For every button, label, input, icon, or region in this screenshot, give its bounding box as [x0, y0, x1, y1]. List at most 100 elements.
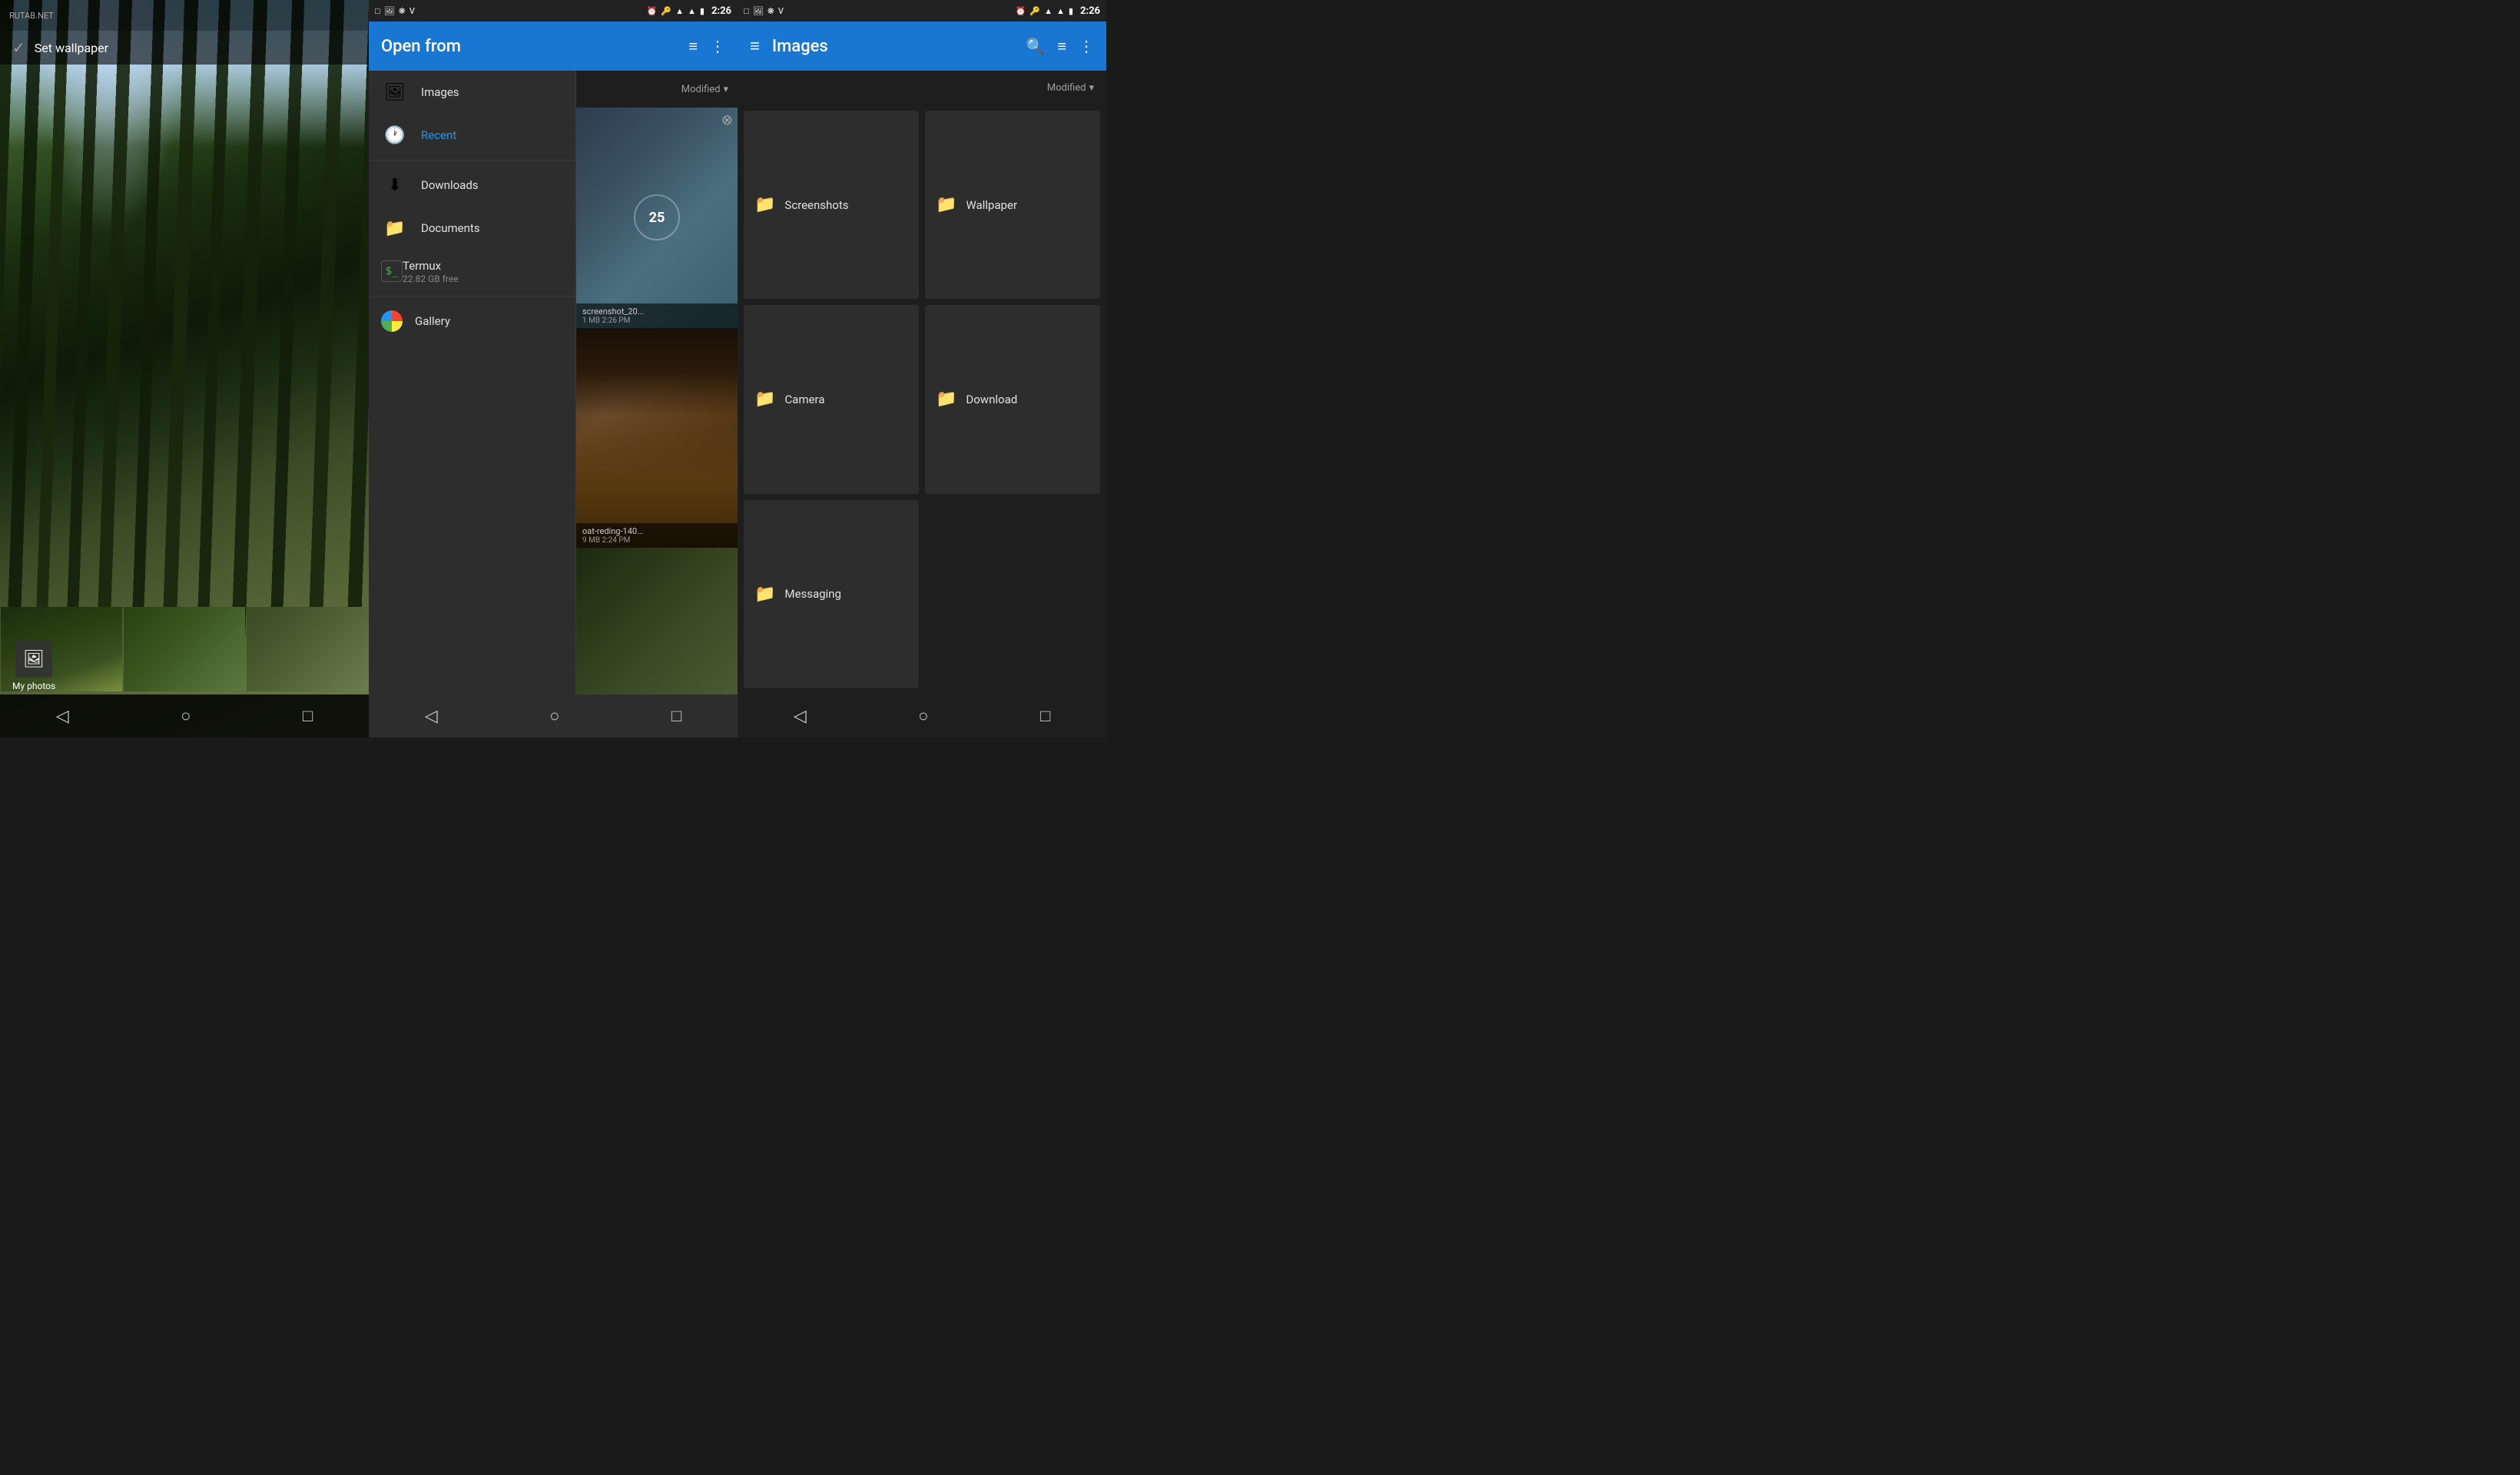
- home-button-3[interactable]: ○: [918, 706, 928, 726]
- status-icon-img-3: 🖼: [753, 6, 764, 16]
- folder-screenshots[interactable]: 📁 Screenshots: [744, 111, 919, 299]
- images-sort-bar: Modified ▾: [738, 71, 1106, 104]
- sort-label-2: Modified: [681, 84, 721, 95]
- set-wallpaper-bar[interactable]: ✓ Set wallpaper: [0, 31, 369, 65]
- sort-chevron-3: ▾: [1089, 82, 1094, 94]
- back-button-3[interactable]: ◁: [794, 707, 807, 726]
- panel-wallpaper: RUTAB.NET ✓ Set wallpaper 🖼 My photos ◁ …: [0, 0, 369, 738]
- folder-icon-camera: 📁: [754, 389, 775, 409]
- drawer-item-documents[interactable]: 📁 Documents: [369, 207, 575, 250]
- hamburger-menu-button[interactable]: ≡: [750, 36, 760, 56]
- more-options-button-3[interactable]: ⋮: [1079, 37, 1094, 56]
- status-icon-v: V: [410, 6, 415, 16]
- drawer-item-gallery[interactable]: Gallery: [369, 300, 575, 343]
- home-button-1[interactable]: ○: [181, 706, 191, 726]
- preview-img-name-2: oat-reding-140...: [582, 526, 731, 536]
- images-header: ≡ Images 🔍 ≡ ⋮: [738, 22, 1106, 71]
- open-from-title: Open from: [381, 37, 688, 56]
- drawer-content-preview: Modified ▾ 25 ⊗ screenshot_20... 1 MB 2:…: [576, 71, 738, 694]
- termux-label: Termux: [403, 259, 459, 273]
- images-icon: 🖼: [381, 78, 409, 106]
- status-icon-star-3: ❋: [768, 6, 774, 16]
- status-icon-v-3: V: [778, 6, 784, 16]
- recent-button-3[interactable]: □: [1040, 706, 1050, 726]
- my-photos-label: My photos: [12, 681, 55, 691]
- gallery-label: Gallery: [415, 314, 450, 328]
- folder-download[interactable]: 📁 Download: [925, 305, 1100, 493]
- downloads-icon: ⬇: [381, 171, 409, 199]
- grid-view-button[interactable]: ≡: [1057, 37, 1066, 56]
- images-grid: 📁 Screenshots 📁 Wallpaper 📁 Camera 📁 Dow…: [738, 104, 1106, 694]
- recent-button-1[interactable]: □: [303, 706, 313, 726]
- gallery-icon: [381, 310, 403, 332]
- folder-label-screenshots: Screenshots: [784, 198, 848, 212]
- drawer-item-downloads[interactable]: ⬇ Downloads: [369, 164, 575, 207]
- status-icon-star: ❋: [399, 6, 406, 16]
- my-photos-button[interactable]: 🖼 My photos: [12, 641, 55, 691]
- brand-bar: RUTAB.NET: [0, 0, 369, 31]
- more-options-button[interactable]: ⋮: [710, 37, 725, 55]
- battery-icon: ▮: [700, 6, 705, 16]
- status-bar-3: □ 🖼 ❋ V ⏰ 🔑 ▲ ▲ ▮ 2:26: [738, 0, 1106, 22]
- drawer-item-recent[interactable]: 🕐 Recent: [369, 114, 575, 157]
- status-icon-vol-3: □: [744, 6, 749, 16]
- drawer-item-images[interactable]: 🖼 Images: [369, 71, 575, 114]
- nav-bar-1: ◁ ○ □: [0, 694, 369, 738]
- more-vert-1[interactable]: ⊗: [721, 112, 733, 128]
- folder-label-messaging: Messaging: [784, 587, 841, 601]
- drawer-sidebar: 🖼 Images 🕐 Recent ⬇ Downloads: [369, 71, 576, 694]
- recent-label: Recent: [421, 128, 456, 142]
- preview-image-3[interactable]: [576, 548, 738, 694]
- folder-label-wallpaper: Wallpaper: [966, 198, 1017, 212]
- folder-camera[interactable]: 📁 Camera: [744, 305, 919, 493]
- drawer-body: 🖼 Images 🕐 Recent ⬇ Downloads: [369, 71, 738, 694]
- drawer-item-termux[interactable]: $_ Termux 22.82 GB free: [369, 250, 575, 293]
- termux-icon: $_: [381, 260, 403, 282]
- gallery-text: Gallery: [415, 314, 450, 328]
- open-from-header: Open from ≡ ⋮: [369, 22, 738, 71]
- sort-dropdown-3[interactable]: Modified ▾: [1047, 82, 1094, 94]
- images-title: Images: [772, 37, 1026, 56]
- folder-icon-messaging: 📁: [754, 585, 775, 604]
- termux-sublabel: 22.82 GB free: [403, 273, 459, 284]
- status-bar-2: □ 🖼 ❋ V ⏰ 🔑 ▲ ▲ ▮ 2:26: [369, 0, 738, 22]
- panel-open-from: □ 🖼 ❋ V ⏰ 🔑 ▲ ▲ ▮ 2:26 Open from ≡ ⋮ 🖼: [369, 0, 738, 738]
- search-button[interactable]: 🔍: [1026, 37, 1045, 56]
- wallpaper-trees: [0, 0, 369, 661]
- alarm-icon-3: ⏰: [1016, 6, 1026, 16]
- preview-image-2[interactable]: oat-reding-140... 9 MB 2:24 PM: [576, 328, 738, 549]
- drawer-divider-2: [369, 296, 575, 297]
- open-from-header-icons: ≡ ⋮: [688, 37, 725, 56]
- folder-messaging[interactable]: 📁 Messaging: [744, 500, 919, 688]
- preview-img-meta-2: 9 MB 2:24 PM: [582, 536, 731, 545]
- list-view-button[interactable]: ≡: [688, 37, 698, 56]
- thumbnail-2[interactable]: [124, 607, 245, 691]
- downloads-label: Downloads: [421, 178, 479, 192]
- images-label: Images: [421, 85, 459, 99]
- folder-wallpaper[interactable]: 📁 Wallpaper: [925, 111, 1100, 299]
- signal-icon-3: ▲: [1056, 6, 1065, 16]
- recent-icon: 🕐: [381, 121, 409, 149]
- status-icon-img: 🖼: [384, 6, 395, 16]
- status-right-icons-2: ⏰ 🔑 ▲ ▲ ▮ 2:26: [647, 5, 731, 17]
- preview-image-1[interactable]: 25 ⊗ screenshot_20... 1 MB 2:26 PM: [576, 108, 738, 328]
- sort-chevron-2: ▾: [723, 84, 728, 95]
- sort-dropdown-2[interactable]: Modified ▾: [681, 84, 728, 95]
- folder-icon-wallpaper: 📁: [936, 195, 957, 214]
- home-button-2[interactable]: ○: [549, 706, 559, 726]
- my-photos-icon: 🖼: [15, 641, 52, 678]
- preview-img-meta-1: 1 MB 2:26 PM: [582, 317, 731, 325]
- wifi-icon: ▲: [675, 6, 684, 16]
- documents-icon: 📁: [381, 214, 409, 242]
- back-button-2[interactable]: ◁: [425, 707, 438, 726]
- time-display-3: 2:26: [1080, 5, 1100, 17]
- battery-icon-3: ▮: [1069, 6, 1073, 16]
- thumbnail-3[interactable]: [247, 607, 368, 691]
- back-button-1[interactable]: ◁: [56, 707, 69, 726]
- set-wallpaper-label: Set wallpaper: [35, 41, 108, 55]
- preview-img-info-2: oat-reding-140... 9 MB 2:24 PM: [576, 523, 738, 548]
- preview-bg-3: [576, 548, 738, 694]
- recent-text: Recent: [421, 128, 456, 142]
- recent-button-2[interactable]: □: [671, 706, 681, 726]
- panel-images: □ 🖼 ❋ V ⏰ 🔑 ▲ ▲ ▮ 2:26 ≡ Images 🔍 ≡ ⋮ Mo…: [738, 0, 1106, 738]
